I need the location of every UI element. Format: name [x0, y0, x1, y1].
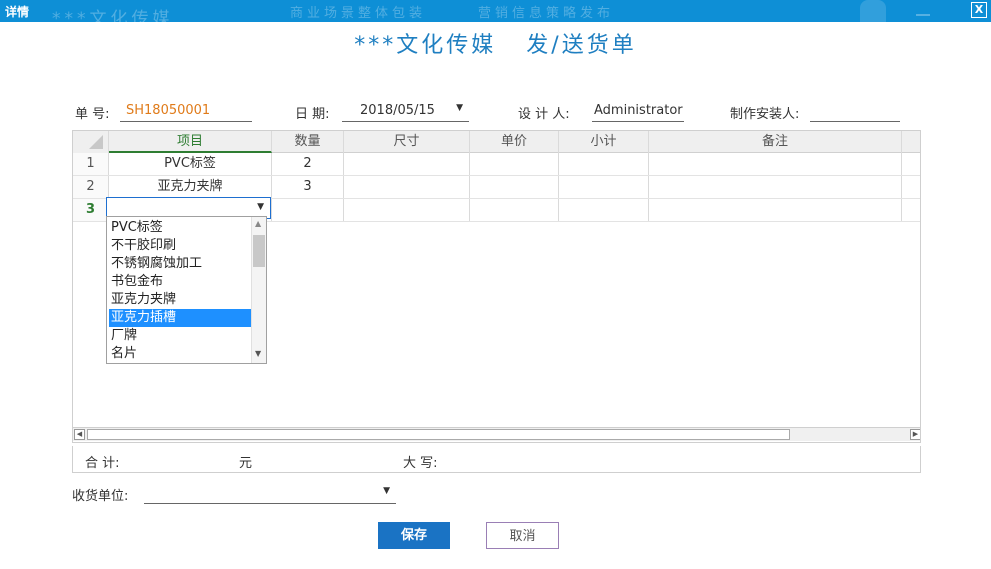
scroll-right-icon[interactable]: ▶ — [910, 429, 920, 440]
dropdown-option-selected[interactable]: 亚克力插槽 — [109, 309, 251, 327]
cell-item[interactable]: PVC标签 — [109, 153, 272, 175]
window-title: 详情 — [5, 5, 30, 19]
ghost-avatar — [860, 0, 886, 22]
dropdown-scrollbar[interactable]: ▲ ▼ — [251, 217, 266, 363]
total-label: 合 计: — [85, 456, 120, 471]
row-number: 2 — [73, 176, 109, 198]
cell-subtotal[interactable] — [559, 199, 649, 221]
cell-subtotal[interactable] — [559, 153, 649, 175]
ghost-slogan-2: 营销信息策略发布 — [478, 6, 615, 21]
cell-price[interactable] — [470, 153, 559, 175]
cell-note[interactable] — [649, 199, 902, 221]
col-header-price[interactable]: 单价 — [470, 131, 559, 153]
item-dropdown-list[interactable]: PVC标签 不干胶印刷 不锈钢腐蚀加工 书包金布 亚克力夹牌 亚克力插槽 厂牌 … — [106, 216, 267, 364]
col-header-note[interactable]: 备注 — [649, 131, 902, 153]
col-header-subtotal[interactable]: 小计 — [559, 131, 649, 153]
designer-field[interactable]: Administrator — [592, 99, 684, 122]
order-no-underline — [120, 121, 252, 122]
cell-subtotal[interactable] — [559, 176, 649, 198]
title-bar: 详情 ***文化传媒 商业场景整体包装 营销信息策略发布 X — [0, 0, 991, 22]
dropdown-option[interactable]: 不锈钢腐蚀加工 — [109, 255, 251, 273]
col-header-extra — [902, 131, 920, 153]
scroll-thumb[interactable] — [253, 235, 265, 267]
col-header-size[interactable]: 尺寸 — [344, 131, 470, 153]
installer-field[interactable] — [810, 99, 900, 122]
chevron-down-icon: ▼ — [456, 103, 463, 113]
table-row: 2 亚克力夹牌 3 — [73, 176, 920, 199]
col-header-item[interactable]: 项目 — [109, 131, 272, 153]
installer-label: 制作安装人: — [730, 107, 800, 122]
dropdown-option[interactable]: 不干胶印刷 — [109, 237, 251, 255]
cell-size[interactable] — [344, 153, 470, 175]
cell-price[interactable] — [470, 199, 559, 221]
cell-qty[interactable]: 3 — [272, 176, 344, 198]
cell-item[interactable]: 亚克力夹牌 — [109, 176, 272, 198]
chevron-down-icon: ▼ — [383, 486, 390, 496]
ghost-dash — [916, 14, 930, 16]
date-select[interactable]: 2018/05/15 ▼ — [342, 99, 469, 122]
dropdown-option[interactable]: 书包金布 — [109, 273, 251, 291]
dropdown-option[interactable]: PVC标签 — [109, 219, 251, 237]
cell-note[interactable] — [649, 153, 902, 175]
uppercase-label: 大 写: — [403, 456, 438, 471]
select-all-icon — [89, 135, 103, 149]
save-button[interactable]: 保存 — [378, 522, 450, 549]
close-button[interactable]: X — [971, 2, 987, 18]
dropdown-option[interactable]: 亚克力夹牌 — [109, 291, 251, 309]
designer-value: Administrator — [594, 103, 683, 118]
page-title: ***文化传媒 发/送货单 — [354, 33, 637, 58]
cell-note[interactable] — [649, 176, 902, 198]
order-no-label: 单 号: — [75, 107, 110, 122]
row-number: 3 — [73, 199, 109, 221]
cell-qty[interactable]: 2 — [272, 153, 344, 175]
ghost-slogan-1: 商业场景整体包装 — [290, 6, 427, 21]
dropdown-option[interactable]: 名片 — [109, 345, 251, 363]
ghost-company-text: ***文化传媒 — [52, 9, 174, 22]
cell-size[interactable] — [344, 199, 470, 221]
cell-qty[interactable] — [272, 199, 344, 221]
receiver-select[interactable]: ▼ — [144, 481, 396, 504]
horizontal-scrollbar[interactable]: ◀ ▶ — [73, 427, 920, 441]
chevron-down-icon[interactable]: ▼ — [257, 202, 264, 212]
scroll-left-icon[interactable]: ◀ — [74, 429, 85, 440]
receiver-label: 收货单位: — [72, 489, 129, 504]
scroll-thumb[interactable] — [87, 429, 790, 440]
currency-label: 元 — [239, 456, 253, 471]
row-number: 1 — [73, 153, 109, 175]
cell-price[interactable] — [470, 176, 559, 198]
order-no-value: SH18050001 — [126, 103, 211, 118]
grid-header: 项目 数量 尺寸 单价 小计 备注 — [73, 131, 920, 153]
table-row: 1 PVC标签 2 — [73, 153, 920, 176]
grid-corner — [73, 131, 109, 153]
cancel-button[interactable]: 取消 — [486, 522, 559, 549]
col-header-qty[interactable]: 数量 — [272, 131, 344, 153]
date-label: 日 期: — [295, 107, 330, 122]
scroll-down-icon[interactable]: ▼ — [255, 349, 261, 358]
designer-label: 设 计 人: — [518, 107, 570, 122]
totals-row: 合 计: 元 大 写: — [72, 446, 921, 473]
cell-size[interactable] — [344, 176, 470, 198]
date-value: 2018/05/15 — [360, 103, 435, 118]
scroll-up-icon[interactable]: ▲ — [255, 219, 261, 228]
dropdown-option[interactable]: 厂牌 — [109, 327, 251, 345]
